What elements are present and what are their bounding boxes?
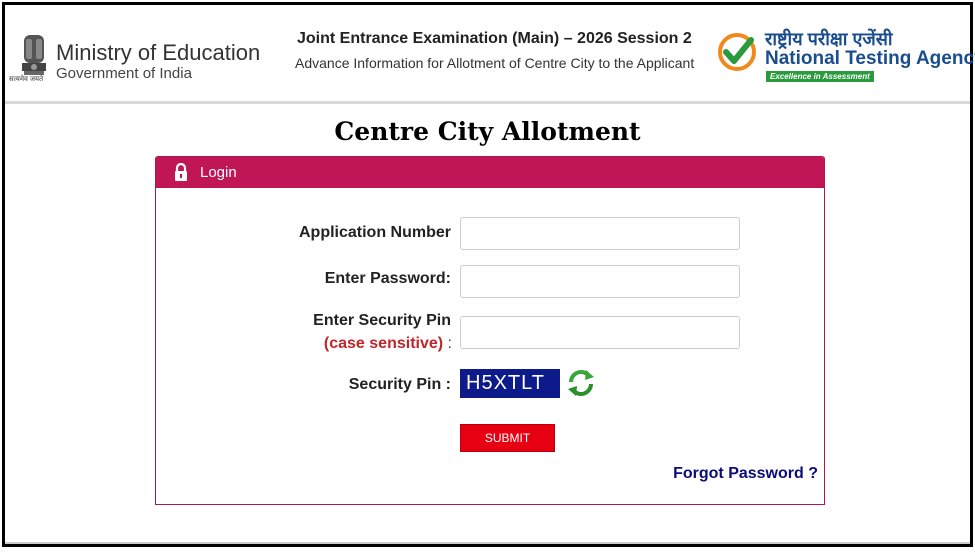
login-panel: Login Application Number Enter Password:…: [155, 156, 825, 505]
nta-name: National Testing Agency: [765, 48, 975, 69]
ministry-subtitle: Government of India: [56, 65, 192, 82]
forgot-password-link[interactable]: Forgot Password ?: [673, 465, 818, 483]
password-input[interactable]: [460, 265, 740, 298]
nta-tagline: Excellence in Assessment: [766, 71, 874, 82]
emblem-caption: सत्यमेव जयते: [9, 76, 44, 83]
page-title: Centre City Allotment: [334, 117, 641, 146]
security-pin-input[interactable]: [460, 316, 740, 349]
case-sensitive-note: (case sensitive): [323, 335, 444, 352]
nta-checkmark-logo-icon: [718, 33, 756, 71]
exam-subtitle: Advance Information for Allotment of Cen…: [295, 55, 695, 71]
captcha-label: Security Pin :: [348, 376, 451, 393]
application-number-input[interactable]: [460, 217, 740, 250]
security-pin-label: Enter Security Pin: [313, 312, 451, 329]
header-divider: [5, 101, 970, 104]
password-label: Enter Password:: [324, 270, 451, 287]
captcha-image: H5XTLT: [460, 369, 560, 398]
application-number-label: Application Number: [298, 224, 451, 241]
ministry-title: Ministry of Education: [56, 40, 261, 65]
refresh-captcha-icon[interactable]: [565, 367, 597, 399]
security-pin-note: (case sensitive) :: [324, 335, 452, 353]
login-panel-header: Login: [156, 157, 824, 188]
exam-title: Joint Entrance Examination (Main) – 2026…: [297, 30, 692, 47]
lock-icon: [175, 163, 187, 181]
bottom-divider: [5, 542, 970, 544]
security-pin-colon: :: [447, 335, 452, 352]
login-panel-title: Login: [200, 164, 237, 181]
submit-button[interactable]: SUBMIT: [460, 424, 555, 452]
site-header: सत्यमेव जयते Ministry of Education Gover…: [5, 5, 975, 102]
